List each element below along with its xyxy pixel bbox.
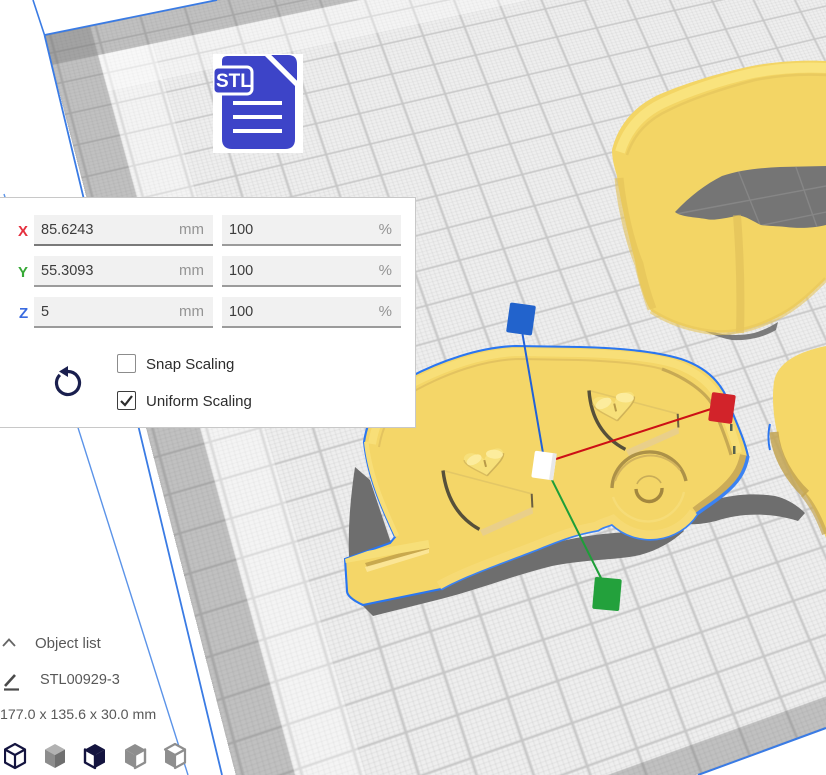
svg-text:STL: STL xyxy=(216,71,252,92)
